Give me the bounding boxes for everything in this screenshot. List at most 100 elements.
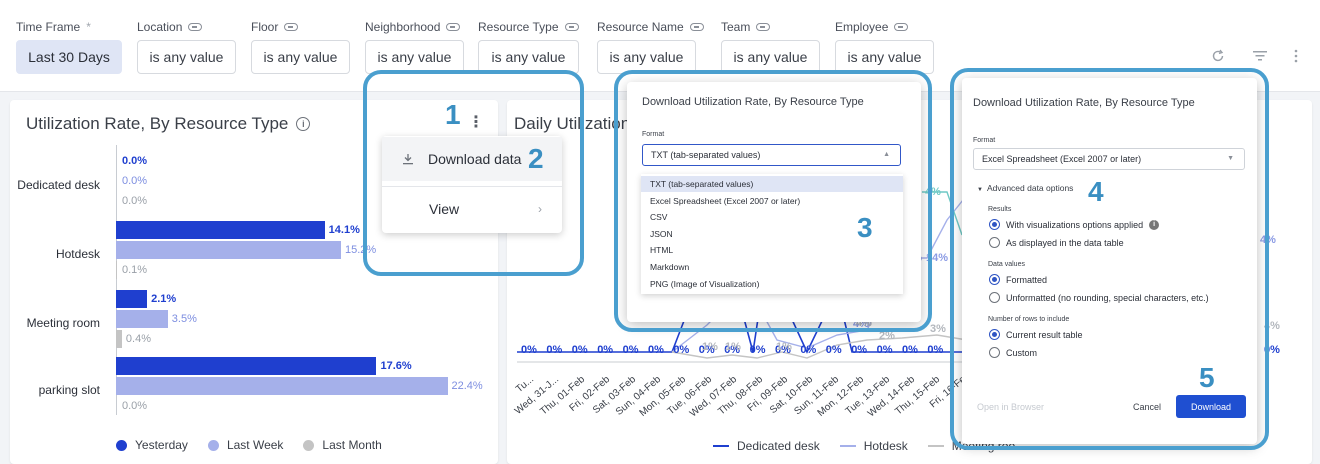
annotation-number: 4 xyxy=(1088,176,1104,207)
bar-value-label: 2.1% xyxy=(151,293,177,305)
bar-last-week[interactable] xyxy=(116,241,341,259)
dedicated-desk-point-label: 0% xyxy=(902,344,918,356)
filter-label: Neighborhood xyxy=(365,20,441,34)
employee-select[interactable]: is any value xyxy=(835,40,934,74)
filter-icon[interactable] xyxy=(1252,50,1268,62)
location-select[interactable]: is any value xyxy=(137,40,236,74)
card-title: Utilization Rate, By Resource Type i xyxy=(26,114,311,134)
bar-yesterday[interactable] xyxy=(116,357,377,375)
link-icon xyxy=(689,23,704,31)
bar-last-month[interactable] xyxy=(116,330,122,348)
link-icon xyxy=(284,23,299,31)
card-title-text: Utilization Rate, By Resource Type xyxy=(26,114,289,133)
dedicated-desk-point-label: 0% xyxy=(546,344,563,356)
legend-label: Dedicated desk xyxy=(737,439,820,453)
bar-yesterday[interactable] xyxy=(116,290,148,308)
annotation-number: 3 xyxy=(857,212,873,243)
info-icon[interactable]: i xyxy=(296,117,311,131)
legend-last-month[interactable]: Last Month xyxy=(303,438,382,452)
filter-resource-type: Resource Type is any value xyxy=(478,20,579,74)
link-icon xyxy=(894,23,909,31)
bar-value-label: 14.1% xyxy=(328,224,360,236)
bar-value-label: 0.4% xyxy=(125,333,151,345)
annotation-number: 5 xyxy=(1199,362,1215,393)
resource-name-select[interactable]: is any value xyxy=(597,40,696,74)
bar-value-label: 0.0% xyxy=(122,155,148,167)
filter-label: Resource Type xyxy=(478,20,559,34)
meeting-room-point-label: 1% xyxy=(702,341,718,353)
link-icon xyxy=(564,23,579,31)
legend-yesterday[interactable]: Yesterday xyxy=(116,438,188,452)
bar-last-week[interactable] xyxy=(116,377,448,395)
bar-yesterday[interactable] xyxy=(116,221,325,239)
dedicated-desk-point-label: 0% xyxy=(851,344,868,356)
kebab-icon[interactable] xyxy=(1293,49,1299,63)
legend-label: Hotdesk xyxy=(863,439,908,453)
filter-label: Floor xyxy=(251,20,279,34)
filter-label: Location xyxy=(137,20,183,34)
annotation-number: 1 xyxy=(445,99,461,130)
highlight-box-1 xyxy=(363,70,584,276)
category-label: parking slot xyxy=(38,383,100,397)
filter-employee: Employee is any value xyxy=(835,20,934,74)
neighborhood-select[interactable]: is any value xyxy=(365,40,464,74)
team-select[interactable]: is any value xyxy=(721,40,820,74)
bar-value-label: 0.0% xyxy=(122,175,148,187)
highlight-box-3 xyxy=(614,70,932,332)
legend-hotdesk[interactable]: Hotdesk xyxy=(839,439,908,453)
filter-location: Location is any value xyxy=(137,20,236,74)
dedicated-desk-point-label: 0% xyxy=(571,344,588,356)
floor-select[interactable]: is any value xyxy=(251,40,350,74)
bar-value-label: 3.5% xyxy=(171,313,197,325)
meeting-room-point-label: 1% xyxy=(776,341,792,353)
filter-resource-name: Resource Name is any value xyxy=(597,20,704,74)
legend-label: Last Month xyxy=(322,438,382,452)
dedicated-desk-point-label: 0% xyxy=(597,344,614,356)
bar-value-label: 17.6% xyxy=(380,360,412,372)
bar-value-label: 0.1% xyxy=(122,264,148,276)
bar-last-month[interactable] xyxy=(116,261,118,279)
meeting-room-point-label: 3% xyxy=(930,323,946,335)
category-label: Meeting room xyxy=(26,316,100,330)
legend-label: Yesterday xyxy=(135,438,188,452)
filter-label: Team xyxy=(721,20,751,34)
legend-line xyxy=(713,445,729,447)
annotation-number: 2 xyxy=(528,143,544,174)
filter-floor: Floor is any value xyxy=(251,20,350,74)
category-label: Hotdesk xyxy=(55,247,100,261)
dedicated-desk-point-label: 0% xyxy=(648,344,664,356)
filter-time-frame: Time Frame * Last 30 Days xyxy=(16,20,122,74)
dedicated-desk-point-label: 0% xyxy=(800,344,817,356)
required-mark: * xyxy=(86,20,91,34)
link-icon xyxy=(188,23,203,31)
highlight-box-4 xyxy=(950,68,1269,450)
dedicated-desk-point-label: 0% xyxy=(521,344,537,356)
filter-neighborhood: Neighborhood is any value xyxy=(365,20,464,74)
legend-dot xyxy=(207,439,219,451)
dedicated-desk-point-label: 0% xyxy=(876,344,893,356)
filter-label: Time Frame xyxy=(16,20,81,34)
bar-last-week[interactable] xyxy=(116,310,168,328)
dedicated-desk-point-label: 0% xyxy=(673,344,690,356)
filter-label: Resource Name xyxy=(597,20,684,34)
legend-last-week[interactable]: Last Week xyxy=(207,438,284,452)
dedicated-desk-point-label: 0% xyxy=(749,344,766,356)
legend-line xyxy=(839,445,856,447)
dedicated-desk-point-label: 0% xyxy=(927,344,944,356)
dedicated-desk-point-label: 0% xyxy=(825,344,842,356)
refresh-icon[interactable] xyxy=(1211,49,1225,63)
bar-value-label: 0.0% xyxy=(122,400,148,412)
time-frame-select[interactable]: Last 30 Days xyxy=(16,40,122,74)
resource-type-select[interactable]: is any value xyxy=(478,40,579,74)
meeting-room-point-label: 1% xyxy=(725,341,741,353)
link-icon xyxy=(756,23,771,31)
bar-value-label: 22.4% xyxy=(451,380,483,392)
legend-label: Last Week xyxy=(226,438,284,452)
legend-line xyxy=(927,445,944,447)
link-icon xyxy=(446,23,461,31)
filter-team: Team is any value xyxy=(721,20,820,74)
legend-dot xyxy=(116,439,127,451)
bar-value-label: 0.0% xyxy=(122,195,148,207)
legend-dedicated-desk[interactable]: Dedicated desk xyxy=(713,439,820,453)
legend-dot xyxy=(303,439,315,451)
